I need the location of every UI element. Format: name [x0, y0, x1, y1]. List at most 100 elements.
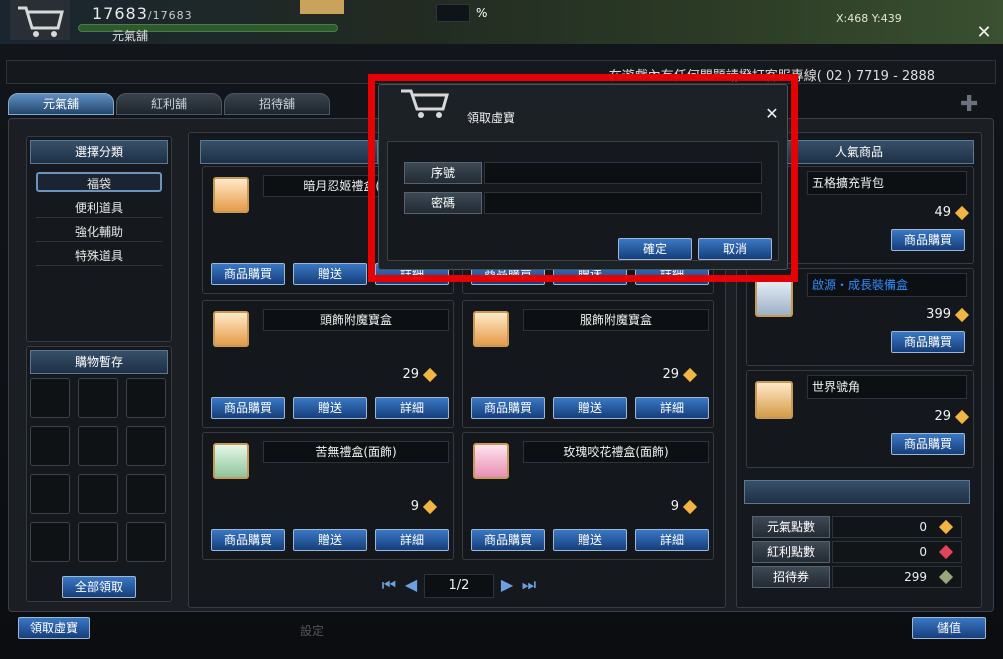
- claim-virtual-item-button[interactable]: 領取虛寶: [18, 617, 90, 639]
- storage-slot[interactable]: [30, 426, 70, 466]
- prev-page-icon[interactable]: ◀: [400, 574, 422, 596]
- tab-hosting-shop[interactable]: 招待舖: [224, 93, 330, 115]
- storage-slot[interactable]: [126, 522, 166, 562]
- shop-title: 元氣舖: [112, 29, 149, 43]
- product-name: 頭飾附魔寶盒: [263, 309, 449, 331]
- category-item-special[interactable]: 特殊道具: [36, 246, 162, 266]
- gold-gem-icon: [954, 205, 970, 220]
- popular-item: 啟源・成長裝備盒 399 商品購買: [746, 268, 974, 366]
- popular-item-name: 啟源・成長裝備盒: [807, 273, 967, 297]
- popular-buy-button[interactable]: 商品購買: [891, 331, 965, 353]
- gold-gem-icon: [938, 519, 954, 535]
- gift-button[interactable]: 贈送: [293, 529, 367, 551]
- notice-text: 在遊戲內有任何問題請撥打客服專線( 02 ) 7719 - 2888: [608, 69, 935, 84]
- buy-button[interactable]: 商品購買: [211, 263, 285, 285]
- first-page-icon[interactable]: ⏮: [378, 574, 400, 596]
- game-shop-window: 17683/17683 元氣舖 % X:468 Y:439 ✕ 在遊戲內有任何問…: [0, 0, 1003, 659]
- detail-button[interactable]: 詳細: [375, 529, 449, 551]
- treasure-box-icon: [213, 311, 249, 347]
- gift-box-icon: [213, 443, 249, 479]
- page-indicator: 1/2: [424, 574, 494, 598]
- product-price: 9: [671, 499, 698, 514]
- gift-button[interactable]: 贈送: [293, 263, 367, 285]
- gift-box-icon: [473, 443, 509, 479]
- horn-icon: [755, 381, 793, 419]
- last-page-icon[interactable]: ⏭: [518, 574, 540, 596]
- storage-slot[interactable]: [78, 522, 118, 562]
- popular-item: 世界號角 29 商品購買: [746, 370, 974, 468]
- product-list-header: [200, 140, 378, 164]
- claim-all-button[interactable]: 全部領取: [62, 576, 136, 598]
- popular-item-name: 世界號角: [807, 375, 967, 399]
- points-label: 元氣點數: [752, 516, 830, 538]
- category-item-lucky-bag[interactable]: 福袋: [36, 172, 162, 192]
- popular-item-price: 399: [926, 307, 970, 322]
- product-card: 頭飾附魔寶盒 29 商品購買 贈送 詳細: [202, 300, 454, 428]
- storage-slot[interactable]: [30, 522, 70, 562]
- product-name: 玫瑰咬花禮盒(面飾): [523, 441, 709, 463]
- topup-button[interactable]: 儲值: [912, 617, 986, 639]
- buy-button[interactable]: 商品購買: [471, 529, 545, 551]
- category-item-enhance[interactable]: 強化輔助: [36, 222, 162, 242]
- notice-bar: 在遊戲內有任何問題請撥打客服專線( 02 ) 7719 - 2888: [6, 60, 996, 84]
- popular-item-price: 49: [934, 205, 970, 220]
- category-item-convenience[interactable]: 便利道具: [36, 198, 162, 218]
- close-icon[interactable]: ✕: [763, 105, 781, 123]
- storage-slot[interactable]: [78, 378, 118, 418]
- settings-label: 設定: [300, 624, 325, 638]
- coordinate-readout: X:468 Y:439: [836, 12, 902, 25]
- buy-button[interactable]: 商品購買: [471, 397, 545, 419]
- close-icon[interactable]: ✕: [975, 24, 993, 42]
- serial-input[interactable]: [484, 162, 762, 184]
- shopping-cart-icon: [10, 0, 70, 40]
- buy-button[interactable]: 商品購買: [211, 529, 285, 551]
- points-value: 0: [832, 516, 962, 538]
- gold-gem-icon: [954, 307, 970, 322]
- detail-button[interactable]: 詳細: [375, 397, 449, 419]
- dialog-body: 序號 密碼 確定 取消: [387, 141, 779, 261]
- red-gem-icon: [938, 544, 954, 560]
- gift-box-icon: [213, 177, 249, 213]
- gift-button[interactable]: 贈送: [553, 397, 627, 419]
- detail-button[interactable]: 詳細: [635, 529, 709, 551]
- next-page-icon[interactable]: ▶: [496, 574, 518, 596]
- detail-button[interactable]: 詳細: [635, 397, 709, 419]
- popular-buy-button[interactable]: 商品購買: [891, 433, 965, 455]
- treasure-box-icon: [473, 311, 509, 347]
- points-label: 招待券: [752, 566, 830, 588]
- tab-bonus-shop[interactable]: 紅利舖: [116, 93, 222, 115]
- gold-gem-icon: [682, 367, 698, 382]
- storage-slot[interactable]: [126, 378, 166, 418]
- plus-icon[interactable]: ✚: [960, 92, 978, 117]
- storage-slot[interactable]: [126, 426, 166, 466]
- password-label: 密碼: [404, 192, 482, 214]
- cancel-button[interactable]: 取消: [698, 238, 772, 260]
- storage-slot[interactable]: [30, 378, 70, 418]
- gold-gem-icon: [422, 367, 438, 382]
- buy-button[interactable]: 商品購買: [211, 397, 285, 419]
- gold-gem-icon: [682, 499, 698, 514]
- popular-buy-button[interactable]: 商品購買: [891, 229, 965, 251]
- dialog-title: 領取虛寶: [467, 111, 516, 125]
- storage-slot[interactable]: [78, 426, 118, 466]
- category-header: 選擇分類: [30, 140, 168, 164]
- serial-label: 序號: [404, 162, 482, 184]
- cart-storage-header: 購物暫存: [30, 350, 168, 374]
- confirm-button[interactable]: 確定: [618, 238, 692, 260]
- hp-readout: 17683/17683: [92, 4, 193, 23]
- gift-button[interactable]: 贈送: [293, 397, 367, 419]
- claim-virtual-item-dialog: 領取虛寶 ✕ 序號 密碼 確定 取消: [378, 84, 788, 270]
- gift-button[interactable]: 贈送: [553, 529, 627, 551]
- stat-box: [436, 4, 470, 22]
- storage-slot[interactable]: [126, 474, 166, 514]
- storage-slot[interactable]: [30, 474, 70, 514]
- product-name: 服飾附魔寶盒: [523, 309, 709, 331]
- tab-energy-shop[interactable]: 元氣舖: [8, 93, 114, 115]
- storage-slot[interactable]: [78, 474, 118, 514]
- password-input[interactable]: [484, 192, 762, 214]
- ticket-icon: [938, 569, 954, 585]
- popular-item-name: 五格擴充背包: [807, 171, 967, 195]
- percent-label: %: [476, 6, 488, 20]
- product-price: 29: [662, 367, 698, 382]
- product-card: 玫瑰咬花禮盒(面飾) 9 商品購買 贈送 詳細: [462, 432, 714, 560]
